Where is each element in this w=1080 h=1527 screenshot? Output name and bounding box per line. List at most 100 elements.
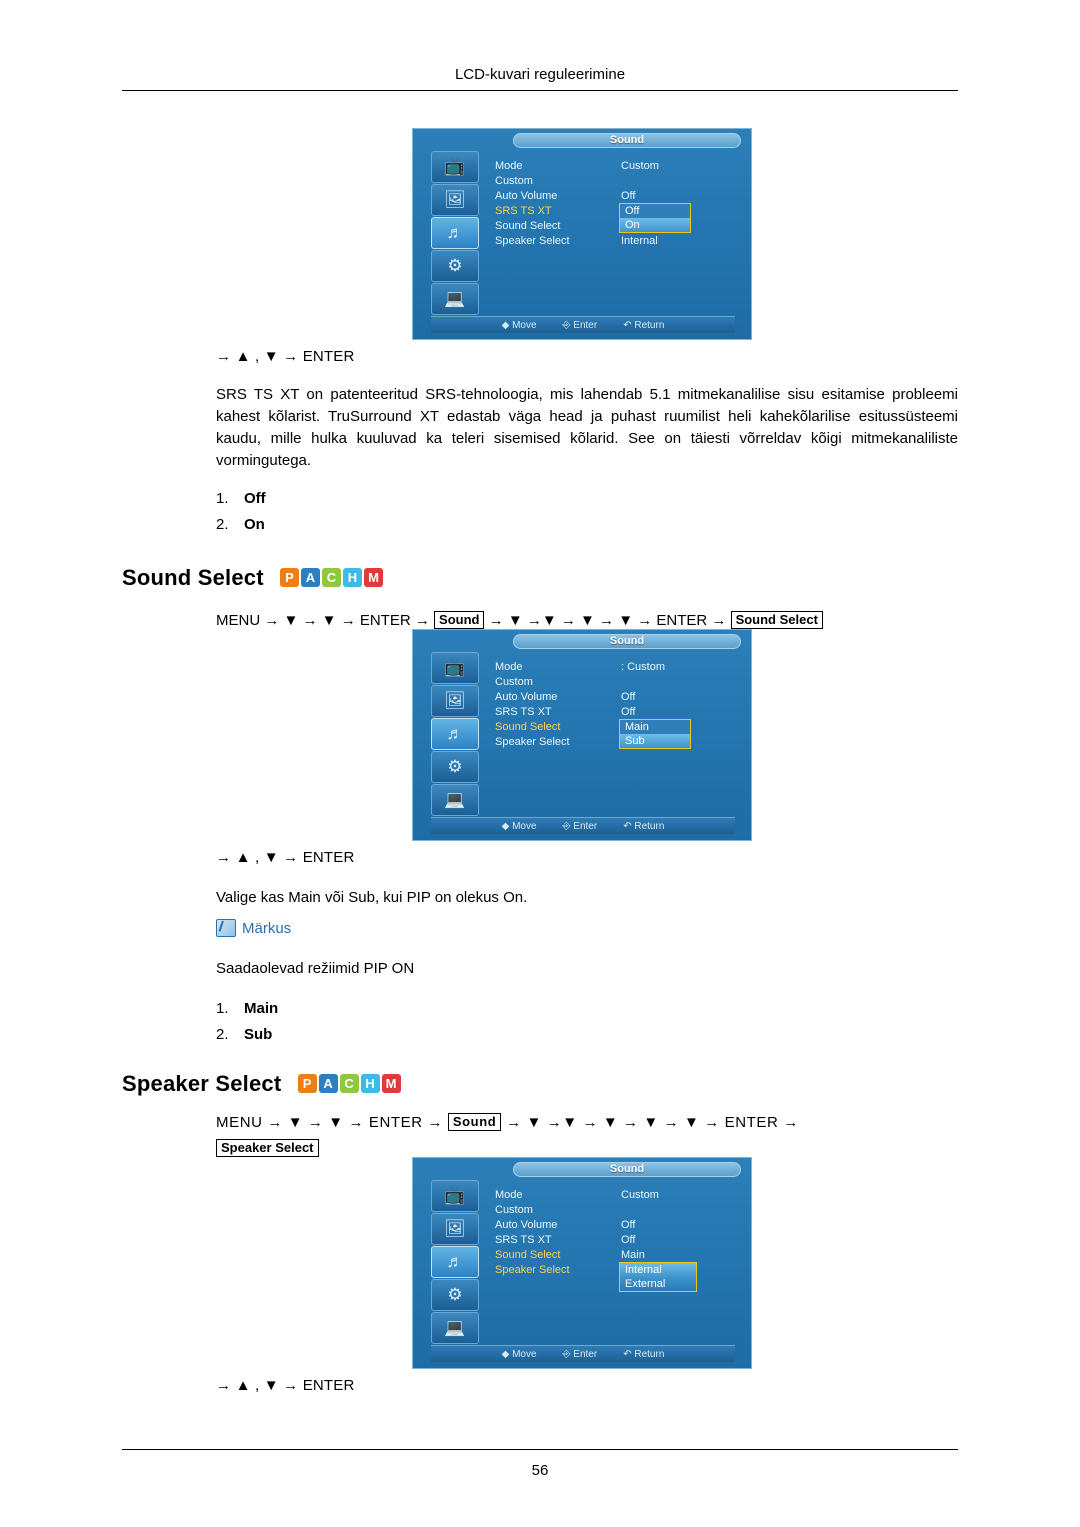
menu-path-prefix: MENU → ▼ → ▼ → ENTER → [216,1114,444,1131]
menu-path-speaker-select: MENU → ▼ → ▼ → ENTER → Sound → ▼ →▼ → ▼ … [216,1110,958,1136]
osd-screenshot-sound-select: Sound 📺 🖼 ♬ ⚙ 💻 Mode Custom Auto Volume … [412,629,752,841]
multicontrol-icon: 💻 [431,784,479,816]
osd-label-speaker-select: Speaker Select [495,1264,570,1276]
osd-value-srs: Off [621,706,636,718]
list-item: 1. Main [216,996,278,1022]
badge-h: H [343,568,363,587]
osd-value-srs: Off [621,1234,636,1246]
osd-footer-bar: ◆ Move ⎆ Enter ↶ Return [431,817,735,834]
osd-screenshot-srs: Sound 📺 🖼 ♬ ⚙ 💻 Mode Custom Auto Volume … [412,128,752,340]
menu-path-middle: → ▼ →▼ → ▼ → ▼ → ENTER → [488,612,727,629]
osd-label-speaker-select: Speaker Select [495,736,570,748]
osd-foot-move: ◆ Move [501,1348,537,1360]
osd-menu-labels: Mode Custom Auto Volume SRS TS XT Sound … [495,660,615,750]
osd-value-mode: Custom [621,1189,659,1201]
badge-m: M [364,568,384,587]
osd-title: Sound [609,635,645,647]
osd-value-sound-select: Main [621,1249,645,1261]
list-value: Main [244,1000,279,1017]
osd-icon-bar: 📺 🖼 ♬ ⚙ 💻 [431,151,483,329]
osd-dropdown-srs[interactable]: Off On [619,203,691,233]
osd-label-srs-ts-xt: SRS TS XT [495,205,552,217]
osd-label-sound-select: Sound Select [495,1249,561,1261]
menu-tag-speaker-select: Speaker Select [216,1139,319,1157]
badge-p: P [280,568,300,587]
note-row: Märkus [216,919,291,937]
osd-value-mode: : Custom [621,661,666,673]
osd-value-mode: Custom [621,160,659,172]
osd-dropdown-sound-select[interactable]: Main Sub [619,719,691,749]
osd-menu-values: : Custom Off Off [621,660,741,720]
list-value: Sub [244,1026,273,1043]
osd-option-external[interactable]: External [620,1277,696,1291]
picture-icon: 📺 [431,151,479,183]
osd-option-off[interactable]: Off [620,204,690,218]
srs-description-paragraph: SRS TS XT on patenteeritud SRS-tehnoloog… [216,386,958,469]
page-number: 56 [531,1462,549,1479]
sound-select-description: Valige kas Main või Sub, kui PIP on olek… [216,889,528,906]
sound-icon: ♬ [431,1246,479,1278]
osd-foot-enter: ⎆ Enter [562,1348,598,1360]
menu-path-speaker-select-tag: Speaker Select [216,1136,319,1162]
page-title: Speaker Select [122,1071,282,1096]
osd-label-speaker-select: Speaker Select [495,235,570,247]
osd-label-custom: Custom [495,676,533,688]
list-number: 2. [216,516,229,533]
list-number: 1. [216,490,229,507]
osd-option-main[interactable]: Main [620,720,690,734]
list-number: 2. [216,1026,229,1043]
osd-label-srs-ts-xt: SRS TS XT [495,706,552,718]
menu-tag-sound: Sound [434,611,485,629]
badge-h: H [360,1074,380,1093]
osd-label-auto-volume: Auto Volume [495,691,558,703]
osd-label-custom: Custom [495,175,533,187]
key-sequence-1: → ▲ , ▼ → ENTER [216,348,355,365]
osd-menu-values: Custom Off Off Main [621,1188,741,1263]
osd-title: Sound [609,1163,645,1175]
osd-icon-bar: 📺 🖼 ♬ ⚙ 💻 [431,1180,483,1358]
osd-label-mode: Mode [495,1189,523,1201]
osd-label-custom: Custom [495,1204,533,1216]
osd-label-sound-select: Sound Select [495,721,561,733]
list-item: 2. On [216,512,266,538]
setup-icon: ⚙ [431,1279,479,1311]
osd-option-internal[interactable]: Internal [620,1263,696,1277]
document-page: LCD-kuvari reguleerimine Sound 📺 🖼 ♬ ⚙ 💻… [0,0,1080,1527]
sound-icon: ♬ [431,217,479,249]
osd-icon-bar: 📺 🖼 ♬ ⚙ 💻 [431,652,483,830]
menu-tag-sound-select: Sound Select [730,611,823,629]
osd-footer-bar: ◆ Move ⎆ Enter ↶ Return [431,316,735,333]
osd-value-auto-volume: Off [621,1219,636,1231]
badge-a: A [318,1074,338,1093]
note-icon [216,919,236,937]
osd-label-sound-select: Sound Select [495,220,561,232]
osd-foot-move: ◆ Move [501,820,537,832]
osd-label-auto-volume: Auto Volume [495,1219,558,1231]
osd-title: Sound [609,134,645,146]
note-text: Saadaolevad režiimid PIP ON [216,960,415,977]
sound-select-options-list: 1. Main 2. Sub [216,996,278,1048]
badge-m: M [381,1074,401,1093]
menu-path-middle: → ▼ →▼ → ▼ → ▼ → ▼ → ENTER → [506,1114,799,1131]
model-badges: P A C H M [280,568,384,587]
badge-c: C [322,568,342,587]
picture-icon: 📺 [431,652,479,684]
key-sequence-2: → ▲ , ▼ → ENTER [216,849,355,866]
setup-icon: ⚙ [431,751,479,783]
osd-menu-labels: Mode Custom Auto Volume SRS TS XT Sound … [495,1188,615,1278]
osd-value-auto-volume: Off [621,190,636,202]
section-heading-sound-select: Sound Select P A C H M [122,565,384,591]
model-badges: P A C H M [297,1074,401,1093]
multicontrol-icon: 💻 [431,283,479,315]
osd-option-on[interactable]: On [620,218,690,232]
header-divider [122,90,958,91]
footer-divider [122,1449,958,1450]
osd-screenshot-speaker-select: Sound 📺 🖼 ♬ ⚙ 💻 Mode Custom Auto Volume … [412,1157,752,1369]
section-heading-speaker-select: Speaker Select P A C H M [122,1071,401,1097]
osd-option-sub[interactable]: Sub [620,734,690,748]
key-sequence-3: → ▲ , ▼ → ENTER [216,1377,355,1394]
osd-value-speaker-select: Internal [621,235,658,247]
list-value: On [244,516,265,533]
setup-icon: ⚙ [431,250,479,282]
osd-dropdown-speaker-select[interactable]: Internal External [619,1262,697,1292]
